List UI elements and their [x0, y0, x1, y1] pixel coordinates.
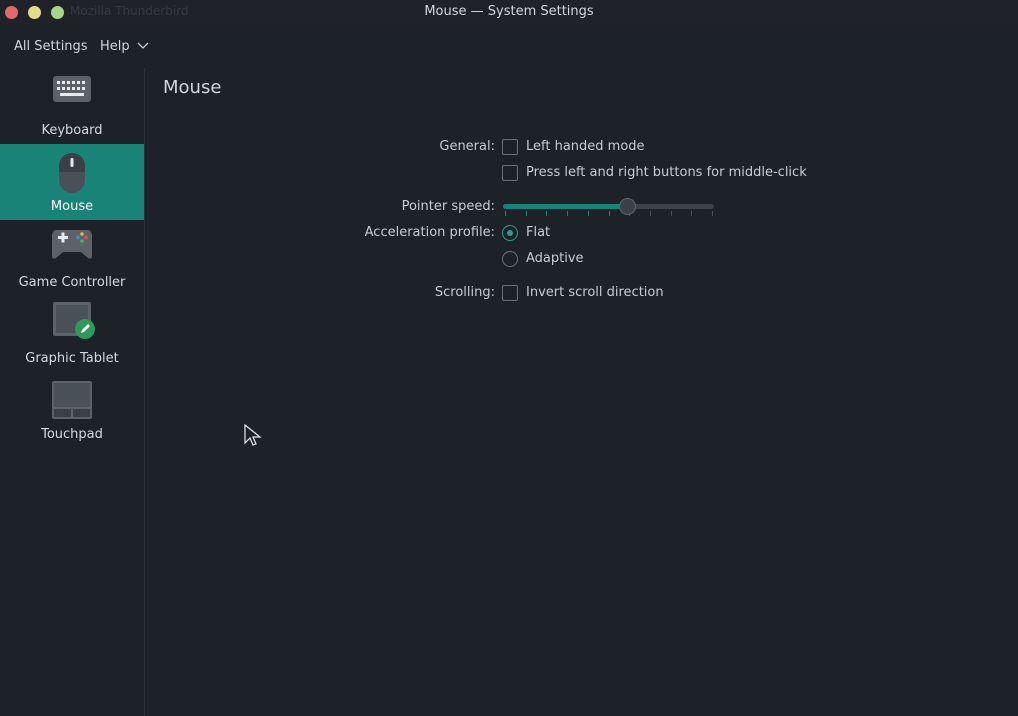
help-menu[interactable]: Help	[100, 39, 130, 54]
chevron-down-icon[interactable]	[137, 42, 149, 50]
slider-handle[interactable]	[619, 198, 637, 215]
sidebar-item-keyboard[interactable]: Keyboard	[0, 68, 144, 144]
slider-tick	[691, 211, 693, 216]
flat-label[interactable]: Flat	[526, 225, 550, 240]
middle-click-checkbox[interactable]	[502, 165, 518, 181]
slider-tick	[567, 211, 569, 216]
sidebar-item-label: Graphic Tablet	[25, 351, 119, 366]
window-title: Mouse — System Settings	[424, 4, 594, 19]
title-bar: Mozilla Thunderbird Mouse — System Setti…	[0, 0, 1018, 25]
general-label: General:	[439, 139, 495, 154]
adaptive-radio[interactable]	[502, 251, 518, 267]
scrolling-label: Scrolling:	[434, 285, 495, 300]
pointer-speed-label: Pointer speed:	[401, 199, 495, 214]
sidebar-item-label: Mouse	[50, 199, 94, 214]
acceleration-profile-label: Acceleration profile:	[364, 225, 495, 240]
slider-fill	[503, 204, 628, 209]
mouse-pointer-icon	[244, 424, 262, 446]
mouse-icon	[59, 153, 85, 193]
tablet-icon	[53, 302, 95, 339]
invert-scroll-label[interactable]: Invert scroll direction	[526, 285, 664, 300]
flat-radio[interactable]	[502, 225, 518, 241]
pointer-speed-slider[interactable]	[503, 197, 714, 219]
middle-click-label[interactable]: Press left and right buttons for middle-…	[526, 165, 807, 180]
slider-tick	[712, 211, 713, 216]
left-handed-label[interactable]: Left handed mode	[526, 139, 645, 154]
page-title: Mouse	[163, 77, 222, 98]
slider-tick	[525, 211, 527, 216]
sidebar-item-label: Keyboard	[41, 123, 103, 138]
sidebar-item-label: Game Controller	[18, 275, 126, 290]
sidebar-item-game-controller[interactable]: Game Controller	[0, 220, 144, 296]
sidebar: Keyboard Mouse Game Controller Graphic T…	[0, 68, 145, 716]
sidebar-item-touchpad[interactable]: Touchpad	[0, 372, 144, 448]
adaptive-label[interactable]: Adaptive	[526, 251, 584, 266]
all-settings-menu[interactable]: All Settings	[14, 39, 88, 54]
slider-tick	[608, 211, 610, 216]
invert-scroll-checkbox[interactable]	[502, 285, 518, 301]
slider-tick	[505, 211, 506, 216]
slider-tick	[546, 211, 548, 216]
gamepad-icon	[52, 230, 92, 259]
sidebar-item-mouse[interactable]: Mouse	[0, 144, 144, 220]
slider-tick	[587, 211, 589, 216]
slider-tick	[670, 211, 672, 216]
slider-tick	[649, 211, 651, 216]
sidebar-item-label: Touchpad	[41, 427, 103, 442]
keyboard-icon	[53, 76, 91, 102]
menu-bar: All Settings Help	[0, 25, 1018, 68]
touchpad-icon	[52, 381, 92, 419]
sidebar-item-graphic-tablet[interactable]: Graphic Tablet	[0, 296, 144, 372]
left-handed-checkbox[interactable]	[502, 139, 518, 155]
